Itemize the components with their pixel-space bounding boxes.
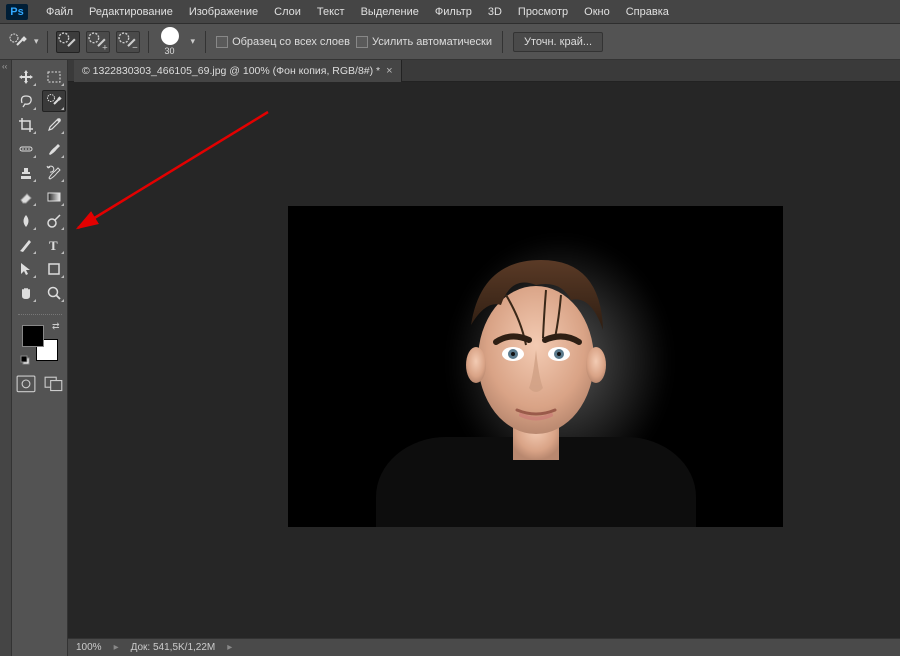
svg-text:+: + xyxy=(102,42,108,53)
options-bar: ▾ + − 30 ▾ Образец со всех слоев Усилить… xyxy=(0,24,900,60)
eraser-tool[interactable] xyxy=(14,186,38,208)
svg-text:−: − xyxy=(132,42,138,53)
gradient-tool[interactable] xyxy=(42,186,66,208)
foreground-color-swatch[interactable] xyxy=(22,325,44,347)
menu-layers[interactable]: Слои xyxy=(266,0,309,24)
brush-size-label: 30 xyxy=(165,46,175,56)
document-area: © 1322830303_466105_69.jpg @ 100% (Фон к… xyxy=(68,60,900,656)
type-tool[interactable]: T xyxy=(42,234,66,256)
checkbox-icon xyxy=(216,36,228,48)
annotation-arrow xyxy=(68,100,288,240)
separator xyxy=(18,314,62,315)
sample-all-layers-checkbox[interactable]: Образец со всех слоев xyxy=(216,36,350,48)
collapsed-panel-strip[interactable]: ‹‹ xyxy=(0,60,12,656)
checkbox-label: Усилить автоматически xyxy=(372,36,492,48)
menu-help[interactable]: Справка xyxy=(618,0,677,24)
new-selection-button[interactable] xyxy=(56,31,80,53)
lasso-tool[interactable] xyxy=(14,90,38,112)
default-colors-icon[interactable] xyxy=(20,355,30,365)
tool-preset-picker[interactable]: ▾ xyxy=(8,32,39,52)
menu-filter[interactable]: Фильтр xyxy=(427,0,480,24)
menu-window[interactable]: Окно xyxy=(576,0,618,24)
checkbox-icon xyxy=(356,36,368,48)
menu-bar: Ps Файл Редактирование Изображение Слои … xyxy=(0,0,900,24)
shape-tool[interactable] xyxy=(42,258,66,280)
document-tab-strip: © 1322830303_466105_69.jpg @ 100% (Фон к… xyxy=(68,60,900,82)
menu-edit[interactable]: Редактирование xyxy=(81,0,181,24)
brush-tool[interactable] xyxy=(42,138,66,160)
brush-preview-picker[interactable]: 30 xyxy=(161,27,179,56)
doc-info: Док: 541,5K/1,22M xyxy=(131,642,216,653)
menu-image[interactable]: Изображение xyxy=(181,0,266,24)
hand-tool[interactable] xyxy=(14,282,38,304)
quick-mask-button[interactable] xyxy=(16,375,36,393)
auto-enhance-checkbox[interactable]: Усилить автоматически xyxy=(356,36,492,48)
swap-colors-icon[interactable]: ⇄ xyxy=(52,321,60,332)
app-logo: Ps xyxy=(6,4,28,20)
quick-select-tool[interactable] xyxy=(42,90,66,112)
path-select-tool[interactable] xyxy=(14,258,38,280)
status-bar: 100% ▸ Док: 541,5K/1,22M ▸ xyxy=(68,638,900,656)
image-canvas xyxy=(288,206,783,527)
toolbox: T ⇄ xyxy=(12,60,68,656)
subtract-from-selection-button[interactable]: − xyxy=(116,31,140,53)
chevron-down-icon[interactable]: ▾ xyxy=(191,36,196,47)
clone-stamp-tool[interactable] xyxy=(14,162,38,184)
close-icon[interactable]: × xyxy=(386,60,392,82)
canvas-viewport[interactable] xyxy=(68,82,900,638)
svg-text:T: T xyxy=(49,238,58,253)
color-swatches[interactable]: ⇄ xyxy=(22,325,58,361)
history-brush-tool[interactable] xyxy=(42,162,66,184)
pen-tool[interactable] xyxy=(14,234,38,256)
dodge-tool[interactable] xyxy=(42,210,66,232)
subject-portrait xyxy=(451,250,621,470)
menu-file[interactable]: Файл xyxy=(38,0,81,24)
document-tab-title: © 1322830303_466105_69.jpg @ 100% (Фон к… xyxy=(82,60,380,82)
marquee-tool[interactable] xyxy=(42,66,66,88)
brush-dot-icon xyxy=(161,27,179,45)
refine-edge-button[interactable]: Уточн. край... xyxy=(513,32,603,52)
workspace: ‹‹ T ⇄ © 1322830303_466105_69.jpg @ 100%… xyxy=(0,60,900,656)
checkbox-label: Образец со всех слоев xyxy=(232,36,350,48)
expand-icon: ‹‹ xyxy=(2,62,7,71)
move-tool[interactable] xyxy=(14,66,38,88)
zoom-level[interactable]: 100% xyxy=(76,642,102,653)
crop-tool[interactable] xyxy=(14,114,38,136)
blur-tool[interactable] xyxy=(14,210,38,232)
eyedropper-tool[interactable] xyxy=(42,114,66,136)
zoom-tool[interactable] xyxy=(42,282,66,304)
menu-text[interactable]: Текст xyxy=(309,0,353,24)
menu-view[interactable]: Просмотр xyxy=(510,0,576,24)
healing-brush-tool[interactable] xyxy=(14,138,38,160)
menu-3d[interactable]: 3D xyxy=(480,0,510,24)
menu-select[interactable]: Выделение xyxy=(353,0,427,24)
chevron-down-icon: ▾ xyxy=(34,36,39,47)
add-to-selection-button[interactable]: + xyxy=(86,31,110,53)
screen-mode-button[interactable] xyxy=(44,375,64,393)
document-tab[interactable]: © 1322830303_466105_69.jpg @ 100% (Фон к… xyxy=(74,60,402,82)
